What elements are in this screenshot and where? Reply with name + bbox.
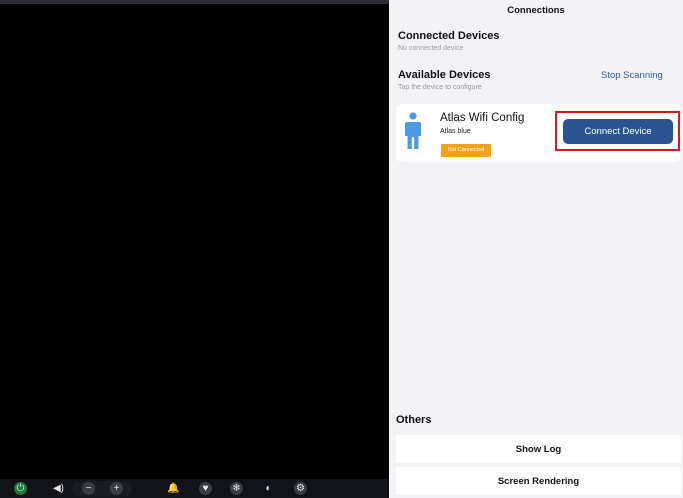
show-log-button[interactable]: Show Log bbox=[396, 435, 681, 463]
panel-title: Connections bbox=[507, 5, 565, 16]
contrast-icon[interactable]: ◐ bbox=[262, 482, 275, 495]
stop-scanning-button[interactable]: Stop Scanning bbox=[601, 70, 663, 81]
available-devices-subtext: Tap the device to configure bbox=[398, 84, 482, 91]
person-icon bbox=[405, 112, 421, 149]
device-name: Atlas Wifi Config bbox=[440, 112, 525, 124]
gear-icon[interactable]: ⚙ bbox=[294, 482, 307, 495]
bell-icon[interactable]: 🔔 bbox=[167, 482, 180, 495]
snowflake-icon[interactable]: ❄ bbox=[230, 482, 243, 495]
minus-icon[interactable]: − bbox=[82, 482, 95, 495]
video-area bbox=[0, 0, 389, 498]
available-devices-heading: Available Devices bbox=[398, 69, 491, 81]
connected-devices-subtext: No connected device bbox=[398, 45, 464, 52]
screen-rendering-button[interactable]: Screen Rendering bbox=[396, 467, 681, 495]
plus-icon[interactable]: + bbox=[110, 482, 123, 495]
heart-icon[interactable]: ♥ bbox=[199, 482, 212, 495]
connected-devices-heading: Connected Devices bbox=[398, 30, 500, 42]
volume-icon[interactable]: ◀) bbox=[52, 482, 65, 495]
top-strip bbox=[0, 0, 389, 4]
device-subtitle: Atlas blue bbox=[440, 128, 471, 135]
highlight-box bbox=[555, 111, 680, 151]
others-heading: Others bbox=[396, 414, 432, 426]
status-badge: Not Connected bbox=[441, 144, 491, 157]
power-icon[interactable]: ⏻ bbox=[14, 482, 27, 495]
volume-pill bbox=[72, 481, 132, 497]
